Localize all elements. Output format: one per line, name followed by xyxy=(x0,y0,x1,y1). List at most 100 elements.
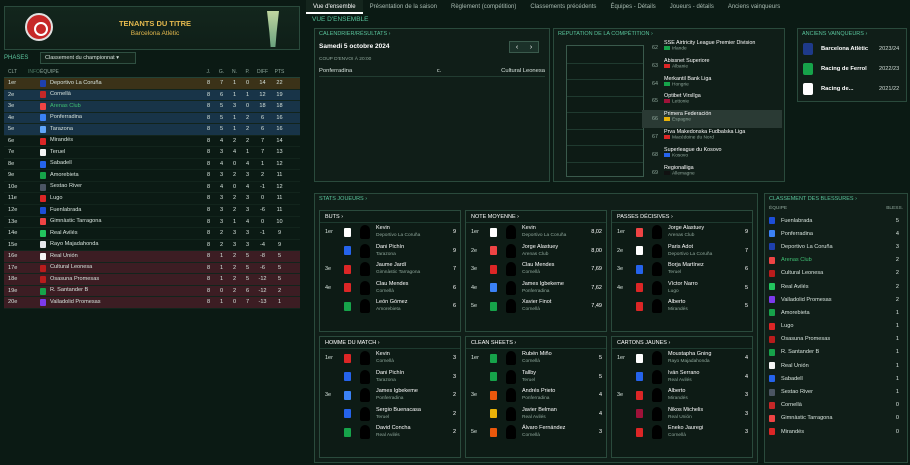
phase-select[interactable]: Classement du championnat ▾ xyxy=(40,52,136,64)
injury-club[interactable]: Fuenlabrada xyxy=(781,218,883,224)
stat-player-name[interactable]: Kevin xyxy=(376,351,444,358)
table-club[interactable]: Tarazona xyxy=(40,124,202,135)
injuries-col-val[interactable]: BLESS. xyxy=(886,204,903,214)
injury-row[interactable]: Ponferradina 4 xyxy=(765,227,907,240)
stat-player-name[interactable]: David Concha xyxy=(376,425,444,432)
table-row[interactable]: 12e Fuenlabrada 8 3 2 3 -6 11 xyxy=(4,205,300,217)
stat-player-name[interactable]: Jorge Alastuey xyxy=(668,225,736,232)
stat-player-name[interactable]: Eneko Jauregi xyxy=(668,425,736,432)
reputation-row[interactable]: 62 SSE Airtricity League Premier Division… xyxy=(642,39,782,57)
stat-player-name[interactable]: Xavier Finot xyxy=(522,299,590,306)
injury-row[interactable]: Deportivo La Coruña 3 xyxy=(765,240,907,253)
col-pos[interactable]: CLT xyxy=(4,66,28,77)
stat-row[interactable]: 1er Jorge Alastuey Arenas Club 9 xyxy=(612,223,752,242)
calendar-title[interactable]: CALENDRIER/RÉSULTATS › xyxy=(315,29,549,39)
injury-row[interactable]: Lugo 1 xyxy=(765,320,907,333)
injury-club[interactable]: Sestao River xyxy=(781,389,883,395)
table-club-name[interactable]: Rayo Majadahonda xyxy=(50,239,99,251)
injury-club[interactable]: Arenas Club xyxy=(781,257,883,263)
table-club-name[interactable]: Amorebieta xyxy=(50,170,79,182)
table-club-name[interactable]: Teruel xyxy=(50,147,65,159)
stat-player-club[interactable]: Cornellà xyxy=(376,358,444,365)
stat-player-club[interactable]: Cornellà xyxy=(522,269,590,276)
stat-player-club[interactable]: Gimnàstic Tarragona xyxy=(376,269,444,276)
tab-4[interactable]: Équipes - Détails xyxy=(603,0,662,14)
table-row[interactable]: 9e Amorebieta 8 3 2 3 2 11 xyxy=(4,170,300,182)
reputation-row[interactable]: 64 Merkantil Bank Liga Hongrie xyxy=(642,75,782,93)
stat-row[interactable]: Iván Serrano Real Avilés 4 xyxy=(612,368,752,387)
col-p[interactable]: P. xyxy=(241,66,254,77)
table-club[interactable]: Cornellà xyxy=(40,90,202,101)
stat-player-club[interactable]: Arenas Club xyxy=(668,232,736,239)
table-row[interactable]: 14e Real Avilés 8 2 3 3 -1 9 xyxy=(4,228,300,240)
past-winner-row[interactable]: Racing de... 2021/22 xyxy=(798,79,906,99)
table-row[interactable]: 15e Rayo Majadahonda 8 2 3 3 -4 9 xyxy=(4,240,300,252)
stat-player-name[interactable]: Jaume Jardí xyxy=(376,262,444,269)
stat-player-club[interactable]: Real Avilés xyxy=(522,414,590,421)
stat-box-title[interactable]: HOMME DU MATCH › xyxy=(320,337,460,349)
table-club[interactable]: Mirandés xyxy=(40,136,202,147)
table-club[interactable]: Arenas Club xyxy=(40,101,202,112)
reputation-league[interactable]: Superleague du Kosovo xyxy=(664,147,722,153)
past-winner-row[interactable]: Racing de Ferrol 2022/23 xyxy=(798,59,906,79)
table-club[interactable]: Sabadell xyxy=(40,159,202,170)
past-winners-title[interactable]: ANCIENS VAINQUEURS › xyxy=(798,29,906,39)
tab-0[interactable]: Vue d'ensemble xyxy=(306,0,363,14)
stat-player-name[interactable]: James Igbekeme xyxy=(376,388,444,395)
stat-box-title[interactable]: NOTE MOYENNE › xyxy=(466,211,606,223)
stat-player-name[interactable]: Andrés Prieto xyxy=(522,388,590,395)
stat-player-name[interactable]: Alberto xyxy=(668,299,736,306)
table-club[interactable]: Cultural Leonesa xyxy=(40,263,202,274)
table-club-name[interactable]: Valladolid Promesas xyxy=(50,297,101,309)
injury-club[interactable]: Valladolid Promesas xyxy=(781,297,883,303)
table-row[interactable]: 11e Lugo 8 3 2 3 0 11 xyxy=(4,193,300,206)
table-club[interactable]: Teruel xyxy=(40,147,202,158)
injury-row[interactable]: Amorebieta 1 xyxy=(765,306,907,319)
table-row[interactable]: 2e Cornellà 8 6 1 1 12 19 xyxy=(4,89,300,102)
stat-player-name[interactable]: Dani Pichín xyxy=(376,370,444,377)
stat-player-name[interactable]: Álvaro Fernández xyxy=(522,425,590,432)
reputation-row[interactable]: 63 Abissnet Superiore Albanie xyxy=(642,57,782,75)
stat-player-name[interactable]: Rubén Miño xyxy=(522,351,590,358)
col-g[interactable]: G. xyxy=(215,66,228,77)
table-row[interactable]: 17e Cultural Leonesa 8 1 2 5 -6 5 xyxy=(4,262,300,275)
match-away[interactable]: Cultural Leonesa xyxy=(459,67,545,76)
col-pts[interactable]: PTS xyxy=(271,66,288,77)
stat-player-name[interactable]: Tallby xyxy=(522,370,590,377)
match-home[interactable]: Ponferradina xyxy=(319,67,419,76)
stat-row[interactable]: 1er Rubén Miño Cornellà 5 xyxy=(466,349,606,368)
stat-row[interactable]: León Gómez Amorebieta 6 xyxy=(320,297,460,316)
stat-row[interactable]: Tallby Teruel 5 xyxy=(466,368,606,387)
stat-player-club[interactable]: Mirandés xyxy=(668,395,736,402)
injury-row[interactable]: Fuenlabrada 5 xyxy=(765,214,907,227)
injury-club[interactable]: Lugo xyxy=(781,323,883,329)
table-club-name[interactable]: Sestao River xyxy=(50,181,82,193)
reputation-row[interactable]: 69 Regionalliga Allemagne xyxy=(642,164,782,182)
table-club-name[interactable]: Sabadell xyxy=(50,158,72,170)
table-club[interactable]: Rayo Majadahonda xyxy=(40,240,202,251)
table-row[interactable]: 19e R. Santander B 8 0 2 6 -12 2 xyxy=(4,285,300,298)
col-club[interactable]: ÉQUIPE xyxy=(40,66,202,77)
stat-player-club[interactable]: Real Avilés xyxy=(376,432,444,439)
injury-club[interactable]: R. Santander B xyxy=(781,349,883,355)
stat-row[interactable]: David Concha Real Avilés 2 xyxy=(320,423,460,442)
table-club-name[interactable]: Gimnàstic Tarragona xyxy=(50,216,102,228)
stat-player-club[interactable]: Rayo Majadahonda xyxy=(668,358,736,365)
stat-player-club[interactable]: Cornellà xyxy=(668,432,736,439)
stat-row[interactable]: 3e Clau Mendes Cornellà 7,69 xyxy=(466,260,606,279)
table-club-name[interactable]: Fuenlabrada xyxy=(50,205,81,217)
table-row[interactable]: 18e Osasuna Promesas 8 1 2 5 -12 5 xyxy=(4,274,300,286)
stat-player-club[interactable]: Teruel xyxy=(376,414,444,421)
calendar-next-button[interactable]: › xyxy=(524,42,538,52)
stat-row[interactable]: Nikos Michelis Real Unión 3 xyxy=(612,405,752,424)
stat-player-club[interactable]: Tarazona xyxy=(376,377,444,384)
stat-row[interactable]: Alberto Mirandés 5 xyxy=(612,297,752,316)
injury-club[interactable]: Gimnàstic Tarragona xyxy=(781,415,883,421)
stat-player-club[interactable]: Real Unión xyxy=(668,414,736,421)
table-club[interactable]: Ponferradina xyxy=(40,113,202,124)
past-winner-row[interactable]: Barcelona Atlètic 2023/24 xyxy=(798,39,906,59)
stat-player-club[interactable]: Ponferradina xyxy=(522,395,590,402)
reputation-row[interactable]: 68 Superleague du Kosovo Kosovo xyxy=(642,146,782,164)
stat-player-club[interactable]: Deportivo La Coruña xyxy=(376,232,444,239)
table-club-name[interactable]: Osasuna Promesas xyxy=(50,274,99,286)
